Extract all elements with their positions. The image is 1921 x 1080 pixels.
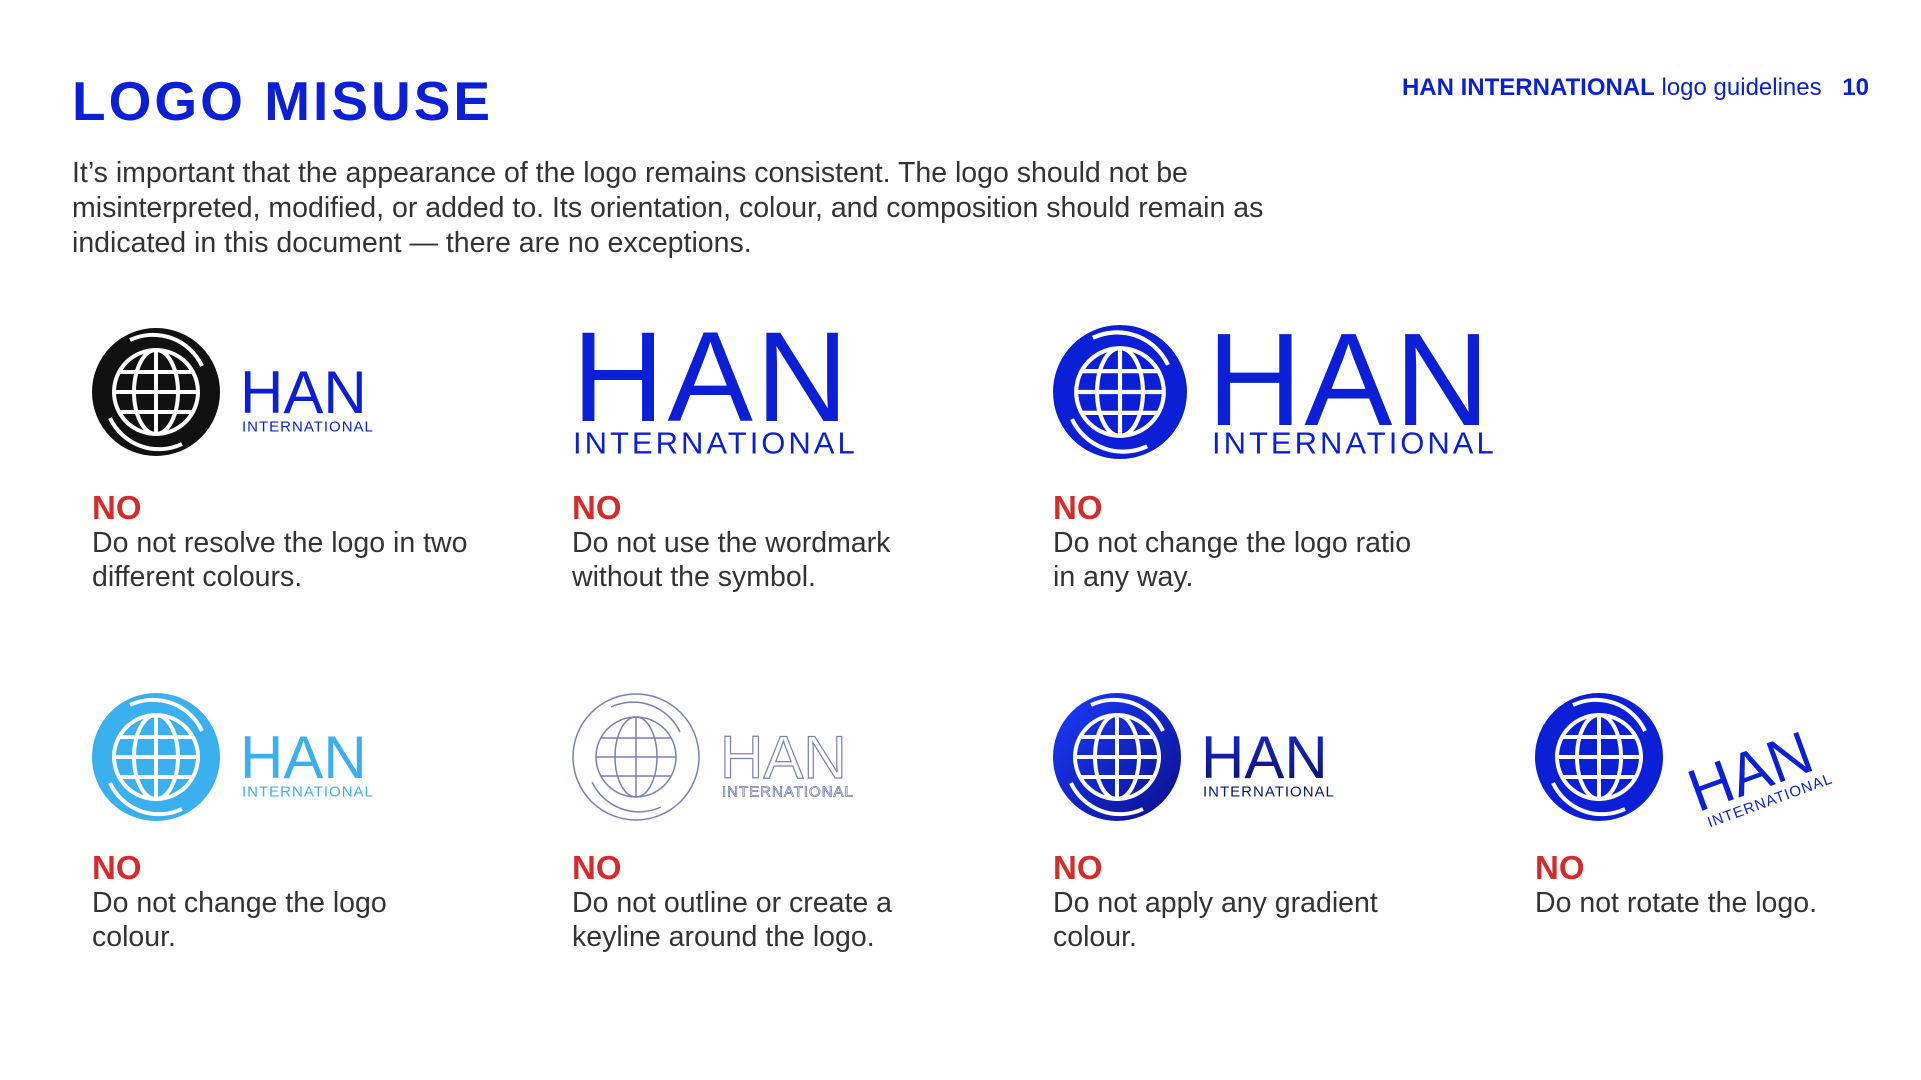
logo-wordmark: HAN bbox=[720, 724, 847, 791]
no-label: NO bbox=[92, 489, 142, 526]
header-section: logo guidelines bbox=[1661, 74, 1822, 101]
no-label: NO bbox=[1053, 489, 1103, 526]
misuse-description: Do not outline or create a keyline aroun… bbox=[572, 887, 893, 953]
logo-subtitle: INTERNATIONAL bbox=[573, 425, 858, 460]
no-label: NO bbox=[92, 849, 142, 886]
misuse-description: Do not rotate the logo. bbox=[1535, 887, 1818, 919]
misuse-description: Do not change the logo ratio in any way. bbox=[1053, 527, 1412, 593]
logo-ratio: HAN INTERNATIONAL bbox=[1053, 306, 1533, 465]
logo-subtitle: INTERNATIONAL bbox=[1203, 783, 1335, 800]
logo-wordmark: HAN bbox=[1201, 724, 1328, 791]
caption: NO Do not change the logo ratio in any w… bbox=[1053, 490, 1433, 594]
no-label: NO bbox=[1053, 849, 1103, 886]
misuse-description: Do not use the wordmark without the symb… bbox=[572, 527, 891, 593]
page-number: 10 bbox=[1842, 74, 1869, 101]
no-label: NO bbox=[572, 849, 622, 886]
logo-subtitle: INTERNATIONAL bbox=[722, 783, 854, 800]
logo-two-colours: HAN INTERNATIONAL bbox=[92, 325, 572, 465]
logo-subtitle: INTERNATIONAL bbox=[242, 783, 374, 800]
intro-paragraph: It’s important that the appearance of th… bbox=[72, 157, 1264, 259]
logo-rotated: HAN INTERNATIONAL bbox=[1535, 690, 1921, 831]
logo-subtitle: INTERNATIONAL bbox=[242, 418, 374, 435]
header-reference: HAN INTERNATIONAL logo guidelines 10 bbox=[1402, 74, 1869, 102]
caption: NO Do not outline or create a keyline ar… bbox=[572, 850, 952, 954]
logo-outline: HAN INTERNATIONAL bbox=[572, 690, 1052, 830]
globe-icon bbox=[591, 701, 681, 813]
caption: NO Do not resolve the logo in two differ… bbox=[92, 490, 472, 594]
misuse-description: Do not change the logo colour. bbox=[92, 887, 387, 953]
logo-subtitle: INTERNATIONAL bbox=[1212, 425, 1497, 460]
caption: NO Do not change the logo colour. bbox=[92, 850, 472, 954]
caption: NO Do not use the wordmark without the s… bbox=[572, 490, 952, 594]
caption: NO Do not rotate the logo. bbox=[1535, 850, 1915, 920]
no-label: NO bbox=[1535, 849, 1585, 886]
misuse-description: Do not resolve the logo in two different… bbox=[92, 527, 468, 593]
logo-wordmark: HAN bbox=[240, 724, 367, 791]
logo-colour: HAN INTERNATIONAL bbox=[92, 690, 572, 830]
no-label: NO bbox=[572, 489, 622, 526]
misuse-description: Do not apply any gradient colour. bbox=[1053, 887, 1378, 953]
page-title: LOGO MISUSE bbox=[72, 70, 494, 132]
header-brand: HAN INTERNATIONAL bbox=[1401, 74, 1655, 101]
caption: NO Do not apply any gradient colour. bbox=[1053, 850, 1433, 954]
logo-gradient: HAN INTERNATIONAL bbox=[1053, 690, 1533, 830]
logo-wordmark: HAN bbox=[240, 359, 367, 426]
logo-wordmark-only: HAN INTERNATIONAL bbox=[572, 306, 1052, 465]
